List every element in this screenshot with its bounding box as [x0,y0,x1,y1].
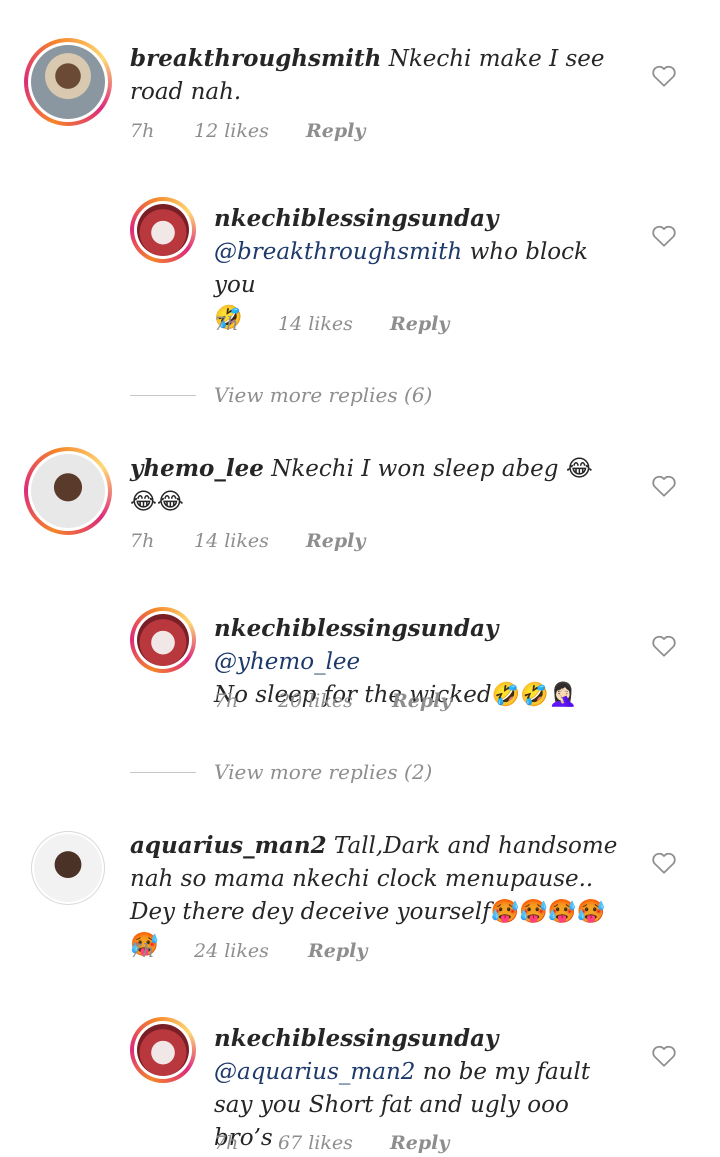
heart-outline-icon[interactable] [651,474,677,498]
comment-likes[interactable]: 12 likes [194,120,269,142]
mention-link[interactable]: @aquarius_man2 [214,1059,415,1085]
view-more-replies[interactable]: View more replies (2) [130,760,432,784]
avatar[interactable] [130,1017,196,1083]
comment-time: 7h [130,530,155,552]
view-more-replies[interactable]: View more replies (6) [130,383,432,407]
comment-time: 7h [130,940,155,962]
comment-username[interactable]: nkechiblessingsunday [214,205,498,232]
heart-outline-icon[interactable] [651,634,677,658]
mention-link[interactable]: @breakthroughsmith [214,239,462,265]
avatar[interactable] [24,38,112,126]
comment-likes[interactable]: 14 likes [194,530,269,552]
avatar[interactable] [130,197,196,263]
reply-button[interactable]: Reply [306,120,365,142]
divider-line [130,772,196,773]
heart-outline-icon[interactable] [651,1044,677,1068]
comment-text: yhemo_lee Nkechi I won sleep abeg 😂😂😂 [130,452,610,519]
reply-button[interactable]: Reply [306,530,365,552]
comment-username[interactable]: breakthroughsmith [130,45,381,72]
comment-body: Nkechi I won sleep abeg [271,456,559,482]
reply-button[interactable]: Reply [308,940,367,962]
divider-line [130,395,196,396]
comment-likes[interactable]: 14 likes [278,313,353,335]
comment-emoji: 🤣🤣🤦🏻‍♀️ [491,682,578,708]
comment-time: 7h [214,313,239,335]
comment-username[interactable]: nkechiblessingsunday [214,615,498,642]
avatar[interactable] [31,831,105,905]
comment-time: 7h [130,120,155,142]
comment-text: breakthroughsmith Nkechi make I see road… [130,42,610,109]
heart-outline-icon[interactable] [651,224,677,248]
heart-outline-icon[interactable] [651,851,677,875]
comment-username[interactable]: aquarius_man2 [130,832,327,859]
comment-likes[interactable]: 20 likes [278,690,353,712]
comment-username[interactable]: nkechiblessingsunday [214,1025,498,1052]
comment-likes[interactable]: 67 likes [278,1132,353,1154]
comment-likes[interactable]: 24 likes [194,940,269,962]
avatar[interactable] [24,447,112,535]
avatar[interactable] [130,607,196,673]
reply-button[interactable]: Reply [390,1132,449,1154]
mention-link[interactable]: @yhemo_lee [214,649,360,675]
comment-time: 7h [214,1132,239,1154]
heart-outline-icon[interactable] [651,64,677,88]
comment-username[interactable]: yhemo_lee [130,455,264,482]
reply-button[interactable]: Reply [390,313,449,335]
reply-button[interactable]: Reply [392,690,451,712]
comment-time: 7h [214,690,239,712]
